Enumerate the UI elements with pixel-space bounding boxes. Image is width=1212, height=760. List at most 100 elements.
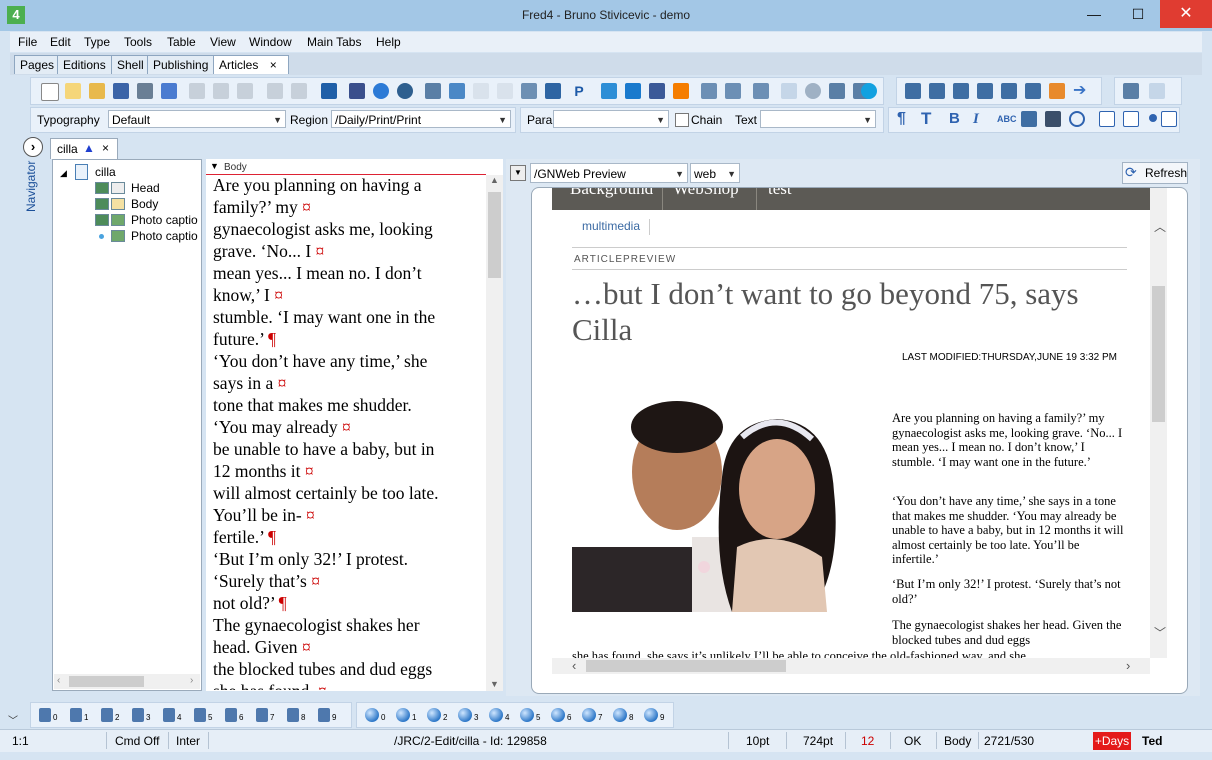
- minimize-button[interactable]: —: [1072, 0, 1116, 28]
- doc-tab-cilla[interactable]: cilla ▲ ×: [50, 138, 118, 159]
- table-edit-icon[interactable]: [1149, 83, 1165, 99]
- scroll-up-icon[interactable]: ︿: [1154, 218, 1166, 235]
- twitter-icon[interactable]: [601, 83, 617, 99]
- image-icon[interactable]: [449, 83, 465, 99]
- copy-icon[interactable]: [213, 83, 229, 99]
- box-4-icon[interactable]: [977, 83, 993, 99]
- export-icon[interactable]: [321, 83, 337, 99]
- scroll-thumb[interactable]: [586, 660, 786, 672]
- menu-view[interactable]: View: [210, 35, 236, 49]
- italic-icon[interactable]: I: [973, 111, 989, 127]
- document-2-icon[interactable]: [497, 83, 513, 99]
- strike-icon[interactable]: ABC: [997, 111, 1017, 127]
- circle-icon[interactable]: [1069, 111, 1085, 127]
- bold-icon[interactable]: B: [949, 111, 965, 127]
- box-3-icon[interactable]: [953, 83, 969, 99]
- bookmark-icon[interactable]: [287, 708, 299, 722]
- globe-bookmark-icon[interactable]: [365, 708, 379, 722]
- redo-icon[interactable]: [291, 83, 307, 99]
- bullet-icon[interactable]: [1149, 114, 1157, 122]
- bookmark-icon[interactable]: [318, 708, 330, 722]
- subnav-multimedia[interactable]: multimedia: [582, 219, 640, 233]
- share-icon[interactable]: [701, 83, 717, 99]
- scroll-thumb[interactable]: [69, 676, 144, 687]
- status-cmd[interactable]: Cmd Off: [115, 734, 159, 748]
- table-icon[interactable]: [1123, 83, 1139, 99]
- tab-close-icon[interactable]: ×: [270, 58, 277, 72]
- menu-edit[interactable]: Edit: [50, 35, 71, 49]
- maximize-button[interactable]: ☐: [1116, 0, 1160, 28]
- close-button[interactable]: ✕: [1160, 0, 1212, 28]
- scroll-left-icon[interactable]: ‹: [572, 658, 576, 673]
- navigator-side-label[interactable]: Navigator: [24, 161, 38, 212]
- region-select[interactable]: /Daily/Print/Print ▼: [331, 110, 511, 128]
- scroll-thumb[interactable]: [1152, 286, 1165, 422]
- alert-box-icon[interactable]: [1049, 83, 1065, 99]
- preview-vscroll[interactable]: ︿ ﹀: [1150, 188, 1167, 658]
- scroll-down-icon[interactable]: ﹀: [1154, 624, 1166, 641]
- print-icon[interactable]: [137, 83, 153, 99]
- bookmark-icon[interactable]: [256, 708, 268, 722]
- menu-window[interactable]: Window: [249, 35, 292, 49]
- frame-icon[interactable]: [829, 83, 845, 99]
- find-icon[interactable]: [349, 83, 365, 99]
- nav-webshop[interactable]: WebShop: [673, 188, 739, 199]
- collapse-icon[interactable]: ▼: [210, 161, 219, 171]
- globe-bookmark-icon[interactable]: [644, 708, 658, 722]
- globe-bookmark-icon[interactable]: [489, 708, 503, 722]
- tree-root-cilla[interactable]: cilla: [95, 164, 116, 180]
- status-mode[interactable]: Inter: [176, 734, 200, 748]
- save-icon[interactable]: [113, 83, 129, 99]
- font-icon[interactable]: [781, 83, 797, 99]
- menu-table[interactable]: Table: [167, 35, 196, 49]
- tab-shell[interactable]: Shell: [111, 55, 150, 74]
- tab-articles[interactable]: Articles ×: [213, 55, 289, 74]
- spellcheck-icon[interactable]: [161, 83, 177, 99]
- blogger-icon[interactable]: [673, 83, 689, 99]
- document-icon[interactable]: [473, 83, 489, 99]
- tree-item-body[interactable]: Body: [131, 196, 158, 212]
- globe-bookmark-icon[interactable]: [427, 708, 441, 722]
- box-2-icon[interactable]: [929, 83, 945, 99]
- open-icon[interactable]: [89, 83, 105, 99]
- scroll-right-icon[interactable]: ›: [1126, 658, 1130, 673]
- doc-tab-close-icon[interactable]: ×: [102, 141, 109, 155]
- tree-item-photo-caption-1[interactable]: Photo captio: [131, 212, 198, 228]
- facebook-icon[interactable]: [649, 83, 665, 99]
- share-3-icon[interactable]: [753, 83, 769, 99]
- para-select[interactable]: ▼: [553, 110, 669, 128]
- preview-hscroll[interactable]: ‹ ›: [552, 658, 1150, 674]
- menu-file[interactable]: File: [18, 35, 37, 49]
- text-select[interactable]: ▼: [760, 110, 876, 128]
- pilcrow-icon[interactable]: ¶: [897, 111, 913, 127]
- scroll-right-icon[interactable]: ›: [190, 675, 193, 686]
- menu-type[interactable]: Type: [84, 35, 110, 49]
- box-6-icon[interactable]: [1025, 83, 1041, 99]
- box-1-icon[interactable]: [905, 83, 921, 99]
- preview-source-select[interactable]: /GNWeb Preview ▼: [530, 163, 688, 183]
- numbered-list-icon[interactable]: [1123, 111, 1139, 127]
- chain-checkbox[interactable]: [675, 113, 689, 127]
- menu-tools[interactable]: Tools: [124, 35, 152, 49]
- tag-icon[interactable]: [545, 83, 561, 99]
- bookmark-icon[interactable]: [163, 708, 175, 722]
- globe-bookmark-icon[interactable]: [582, 708, 596, 722]
- bookmark-icon[interactable]: [132, 708, 144, 722]
- globe-bookmark-icon[interactable]: [551, 708, 565, 722]
- publish-p-icon[interactable]: P: [571, 83, 587, 99]
- preview-collapse-button[interactable]: ▼: [510, 165, 526, 181]
- scroll-up-icon[interactable]: ▲: [490, 175, 499, 185]
- small-caps-icon[interactable]: [1021, 111, 1037, 127]
- nav-test[interactable]: test: [768, 188, 792, 199]
- refresh-button[interactable]: ⟳ Refresh: [1122, 162, 1188, 184]
- days-badge[interactable]: +Days: [1093, 732, 1131, 750]
- bookmark-icon[interactable]: [101, 708, 113, 722]
- compass-icon[interactable]: [805, 83, 821, 99]
- paste-icon[interactable]: [237, 83, 253, 99]
- erase-icon[interactable]: [1045, 111, 1061, 127]
- share-2-icon[interactable]: [725, 83, 741, 99]
- globe-bookmark-icon[interactable]: [520, 708, 534, 722]
- menu-help[interactable]: Help: [376, 35, 401, 49]
- scroll-left-icon[interactable]: ‹: [57, 675, 60, 686]
- tab-pages[interactable]: Pages: [14, 55, 61, 74]
